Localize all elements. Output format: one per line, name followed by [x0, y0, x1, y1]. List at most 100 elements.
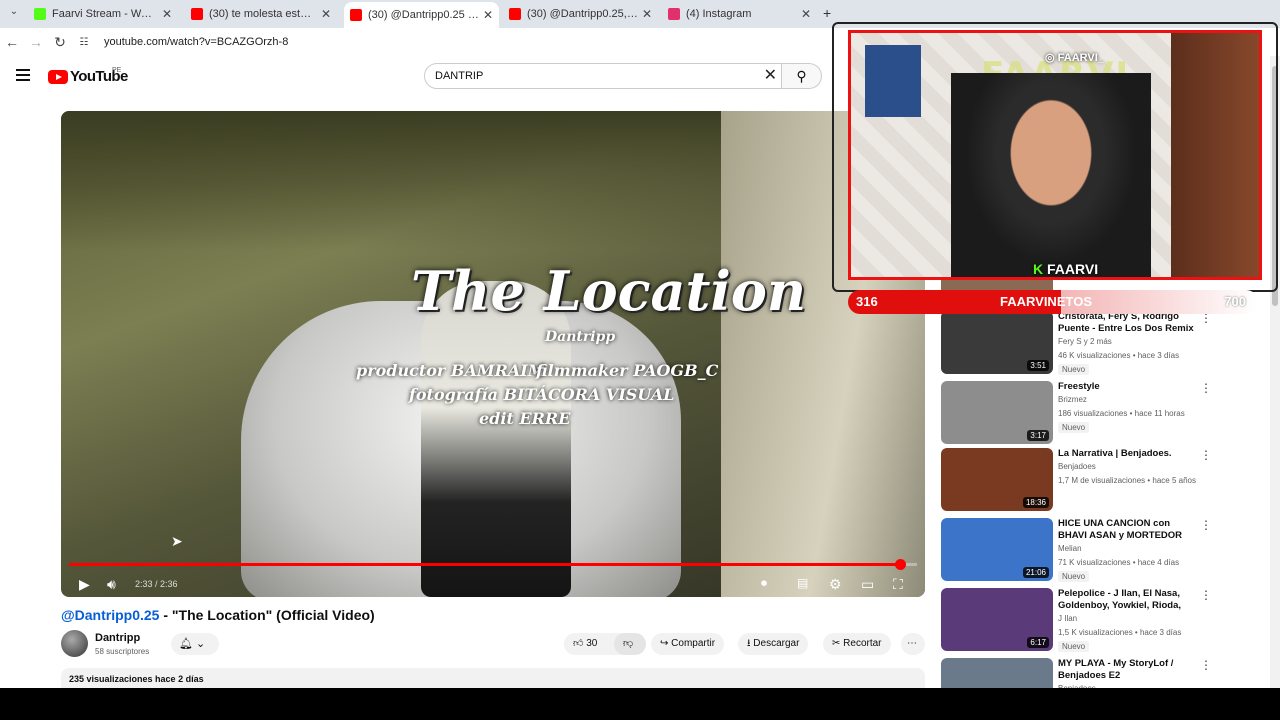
browser-tab-instagram[interactable]: (4) Instagram ✕ — [662, 3, 817, 25]
video-thumbnail[interactable]: 3:17 — [941, 381, 1053, 444]
subtitles-icon[interactable]: ▤ — [797, 576, 808, 590]
clip-button[interactable]: ✂ Recortar — [823, 633, 891, 655]
progress-bar[interactable] — [69, 559, 917, 570]
video-duration: 3:51 — [1027, 360, 1049, 371]
video-thumbnail[interactable]: 18:36 — [941, 448, 1053, 511]
browser-tab-relaxx[interactable]: (30) @Dantripp0.25, @RelaxxP ✕ — [503, 3, 658, 25]
new-tab-button[interactable]: + — [823, 5, 831, 21]
related-video-title[interactable]: Cristorata, Fery S, Rodrigo Puente - Ent… — [1058, 311, 1198, 335]
fullscreen-icon[interactable]: ⛶ — [893, 576, 903, 593]
new-badge: Nuevo — [1058, 422, 1090, 433]
related-video-card[interactable]: 21:06 HICE UNA CANCION con BHAVI ASAN y M… — [941, 518, 1221, 582]
related-video-channel[interactable]: Brizmez — [1058, 395, 1087, 404]
video-title-text: - "The Location" (Official Video) — [159, 607, 375, 623]
volume-icon[interactable]: 🔊︎ — [107, 576, 116, 593]
subscriber-count: 58 suscriptores — [95, 647, 150, 656]
video-credit: edit ERRE — [479, 409, 571, 428]
goal-target: 700 — [1224, 294, 1246, 309]
play-icon[interactable]: ▶ — [79, 576, 90, 593]
related-video-title[interactable]: Freestyle — [1058, 381, 1198, 393]
view-stats: 235 visualizaciones hace 2 días — [69, 674, 204, 684]
scissors-icon: ✂ — [832, 638, 841, 649]
notification-bell-button[interactable]: 🔔︎ ⌄ — [171, 633, 219, 655]
related-video-channel[interactable]: Benjadoes — [1058, 462, 1096, 471]
more-vertical-icon[interactable]: ⋮ — [1200, 381, 1212, 395]
settings-gear-icon[interactable]: ⚙ — [829, 576, 842, 593]
tab-search-chevron-icon[interactable]: ⌄ — [2, 6, 26, 17]
related-video-title[interactable]: MY PLAYA - My StoryLof / Benjadoes E2 — [1058, 658, 1198, 682]
browser-tab-kick[interactable]: Faarvi Stream - Watch Live on K ✕ — [28, 3, 178, 25]
autoplay-toggle-icon[interactable]: ⏺ — [761, 576, 767, 591]
browser-tab-active-video[interactable]: (30) @Dantripp0.25 - "The Locat ✕ — [344, 2, 499, 28]
related-video-channel[interactable]: Melian — [1058, 544, 1082, 553]
forward-arrow-icon[interactable]: → — [24, 34, 48, 50]
download-button[interactable]: ⭳ Descargar — [738, 633, 809, 655]
site-info-icon[interactable]: ☷ — [72, 37, 96, 48]
back-arrow-icon[interactable]: ← — [0, 34, 24, 50]
dislike-button[interactable]: 👎︎ — [614, 633, 646, 655]
search-button[interactable]: ⚲ — [782, 63, 822, 89]
related-video-card[interactable]: 3:51 Cristorata, Fery S, Rodrigo Puente -… — [941, 311, 1221, 375]
instagram-favicon-icon — [668, 8, 680, 20]
related-video-card[interactable]: 3:17 Freestyle Brizmez 186 visualizaciones … — [941, 381, 1221, 445]
progress-fill — [69, 563, 901, 566]
share-button[interactable]: ↪ Compartir — [651, 633, 725, 655]
browser-tab-asan[interactable]: (30) te molesta esta vida - ASAN ✕ — [185, 3, 337, 25]
related-video-title[interactable]: Pelepolice - J Ilan, El Nasa, Goldenboy,… — [1058, 588, 1198, 612]
more-actions-button[interactable]: ⋯ — [901, 633, 925, 655]
video-thumbnail[interactable]: 3:51 — [941, 311, 1053, 374]
channel-avatar[interactable] — [61, 630, 88, 657]
new-badge: Nuevo — [1058, 364, 1090, 375]
related-video-meta: 46 K visualizaciones • hace 3 días — [1058, 351, 1180, 360]
video-credit: filmmaker PAOGB_C — [536, 361, 719, 380]
related-video-card[interactable]: 18:36 La Narrativa | Benjadoes. Benjadoes 1… — [941, 448, 1221, 512]
video-duration: 21:06 — [1022, 567, 1049, 578]
more-vertical-icon[interactable]: ⋮ — [1200, 588, 1212, 602]
related-video-channel[interactable]: J Ilan — [1058, 614, 1077, 623]
like-count: 30 — [586, 638, 598, 649]
video-thumbnail[interactable]: 21:06 — [941, 518, 1053, 581]
clear-search-icon[interactable]: ✕ — [764, 64, 777, 88]
reload-icon[interactable]: ↻ — [48, 34, 72, 51]
description-box[interactable]: 235 visualizaciones hace 2 días — [61, 668, 925, 688]
download-label: Descargar — [753, 638, 800, 649]
more-vertical-icon[interactable]: ⋮ — [1200, 448, 1212, 462]
related-video-title[interactable]: HICE UNA CANCION con BHAVI ASAN y MORTED… — [1058, 518, 1198, 542]
related-video-card[interactable]: MY PLAYA - My StoryLof / Benjadoes E2Ben… — [941, 658, 1221, 688]
stream-webcam-overlay: FAARVI ◎ FAARVI_ K FAARVI — [832, 22, 1278, 312]
tab-close-icon[interactable]: ✕ — [162, 7, 172, 21]
tab-close-icon[interactable]: ✕ — [801, 7, 811, 21]
youtube-favicon-icon — [509, 8, 521, 20]
youtube-logo[interactable]: YouTube PE — [48, 67, 128, 85]
share-icon: ↪ — [660, 638, 669, 649]
search-input[interactable]: DANTRIP ✕ — [424, 63, 782, 89]
bell-icon: 🔔︎ — [179, 638, 193, 650]
more-vertical-icon[interactable]: ⋮ — [1200, 518, 1212, 532]
goal-label: FAARVINETOS — [1000, 294, 1092, 309]
theater-mode-icon[interactable]: ▭ — [861, 576, 874, 593]
related-video-card[interactable]: 6:17 Pelepolice - J Ilan, El Nasa, Golden… — [941, 588, 1221, 652]
video-duration: 6:17 — [1027, 637, 1049, 648]
thumbs-up-icon: 👍︎ — [573, 638, 584, 649]
video-thumbnail[interactable]: 6:17 — [941, 588, 1053, 651]
video-credit: fotografía BITÁCORA VISUAL — [409, 385, 675, 404]
related-video-title[interactable]: La Narrativa | Benjadoes. — [1058, 448, 1198, 460]
progress-scrubber[interactable] — [895, 559, 907, 570]
overlay-border — [832, 22, 1278, 292]
video-title-channel-link[interactable]: @Dantripp0.25 — [61, 607, 159, 623]
url-text[interactable]: youtube.com/watch?v=BCAZGOrzh-8 — [104, 36, 288, 48]
tab-close-icon[interactable]: ✕ — [321, 7, 331, 21]
share-label: Compartir — [671, 638, 716, 649]
menu-icon[interactable] — [16, 69, 30, 81]
related-video-channel[interactable]: Fery S y 2 más — [1058, 337, 1112, 346]
channel-name[interactable]: Dantripp — [95, 632, 140, 644]
tab-title: (30) @Dantripp0.25 - "The Locat — [368, 9, 479, 21]
tab-close-icon[interactable]: ✕ — [483, 8, 493, 22]
search-icon: ⚲ — [796, 68, 807, 84]
tab-close-icon[interactable]: ✕ — [642, 7, 652, 21]
time-display: 2:33 / 2:36 — [135, 579, 178, 589]
video-player[interactable]: The Location Dantripp productor BAMRAIM … — [61, 111, 925, 597]
more-vertical-icon[interactable]: ⋮ — [1200, 658, 1212, 672]
video-thumbnail[interactable] — [941, 658, 1053, 688]
related-video-meta: 1,5 K visualizaciones • hace 3 días — [1058, 628, 1182, 637]
